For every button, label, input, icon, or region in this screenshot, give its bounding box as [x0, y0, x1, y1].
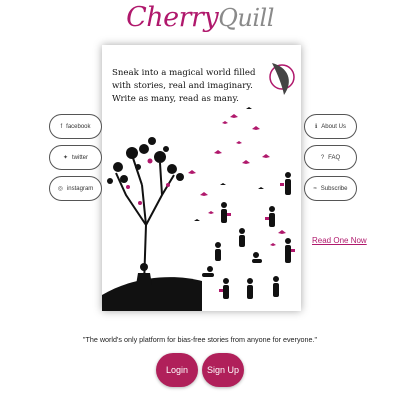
hero-tagline-line-1: Sneak into a magical world filled with s… — [112, 68, 256, 91]
instagram-label: instagram — [66, 185, 94, 192]
brand-logo[interactable]: CherryQuill — [0, 2, 400, 33]
rss-icon: ≈ — [313, 185, 317, 192]
hero-illustration-card: Sneak into a magical world filled with s… — [102, 45, 301, 311]
brand-part-1: Cherry — [126, 2, 219, 33]
question-icon: ? — [320, 154, 325, 161]
facebook-button[interactable]: f facebook — [49, 114, 102, 139]
read-one-now-link[interactable]: Read One Now — [312, 236, 367, 245]
facebook-label: facebook — [66, 123, 91, 130]
faq-label: FAQ — [328, 154, 341, 161]
tagline-quote: "The world's only platform for bias-free… — [82, 335, 318, 344]
instagram-button[interactable]: ◎ instagram — [49, 176, 102, 201]
quill-emblem-icon — [269, 63, 295, 95]
twitter-button[interactable]: ✦ twitter — [49, 145, 102, 170]
subscribe-label: Subscribe — [320, 185, 348, 192]
brand-part-2: Quill — [218, 4, 274, 32]
info-icon: ℹ — [315, 124, 318, 130]
faq-button[interactable]: ? FAQ — [304, 145, 357, 170]
hero-tagline-line-2: Write as many, read as many. — [112, 94, 239, 104]
twitter-icon: ✦ — [62, 155, 68, 161]
instagram-icon: ◎ — [57, 186, 63, 192]
about-us-button[interactable]: ℹ About Us — [304, 114, 357, 139]
login-button[interactable]: Login — [156, 353, 198, 387]
subscribe-button[interactable]: ≈ Subscribe — [304, 176, 357, 201]
about-us-label: About Us — [321, 123, 346, 130]
hero-tagline: Sneak into a magical world filled with s… — [112, 67, 272, 106]
facebook-icon: f — [60, 123, 63, 130]
twitter-label: twitter — [72, 154, 89, 161]
signup-button[interactable]: Sign Up — [202, 353, 244, 387]
